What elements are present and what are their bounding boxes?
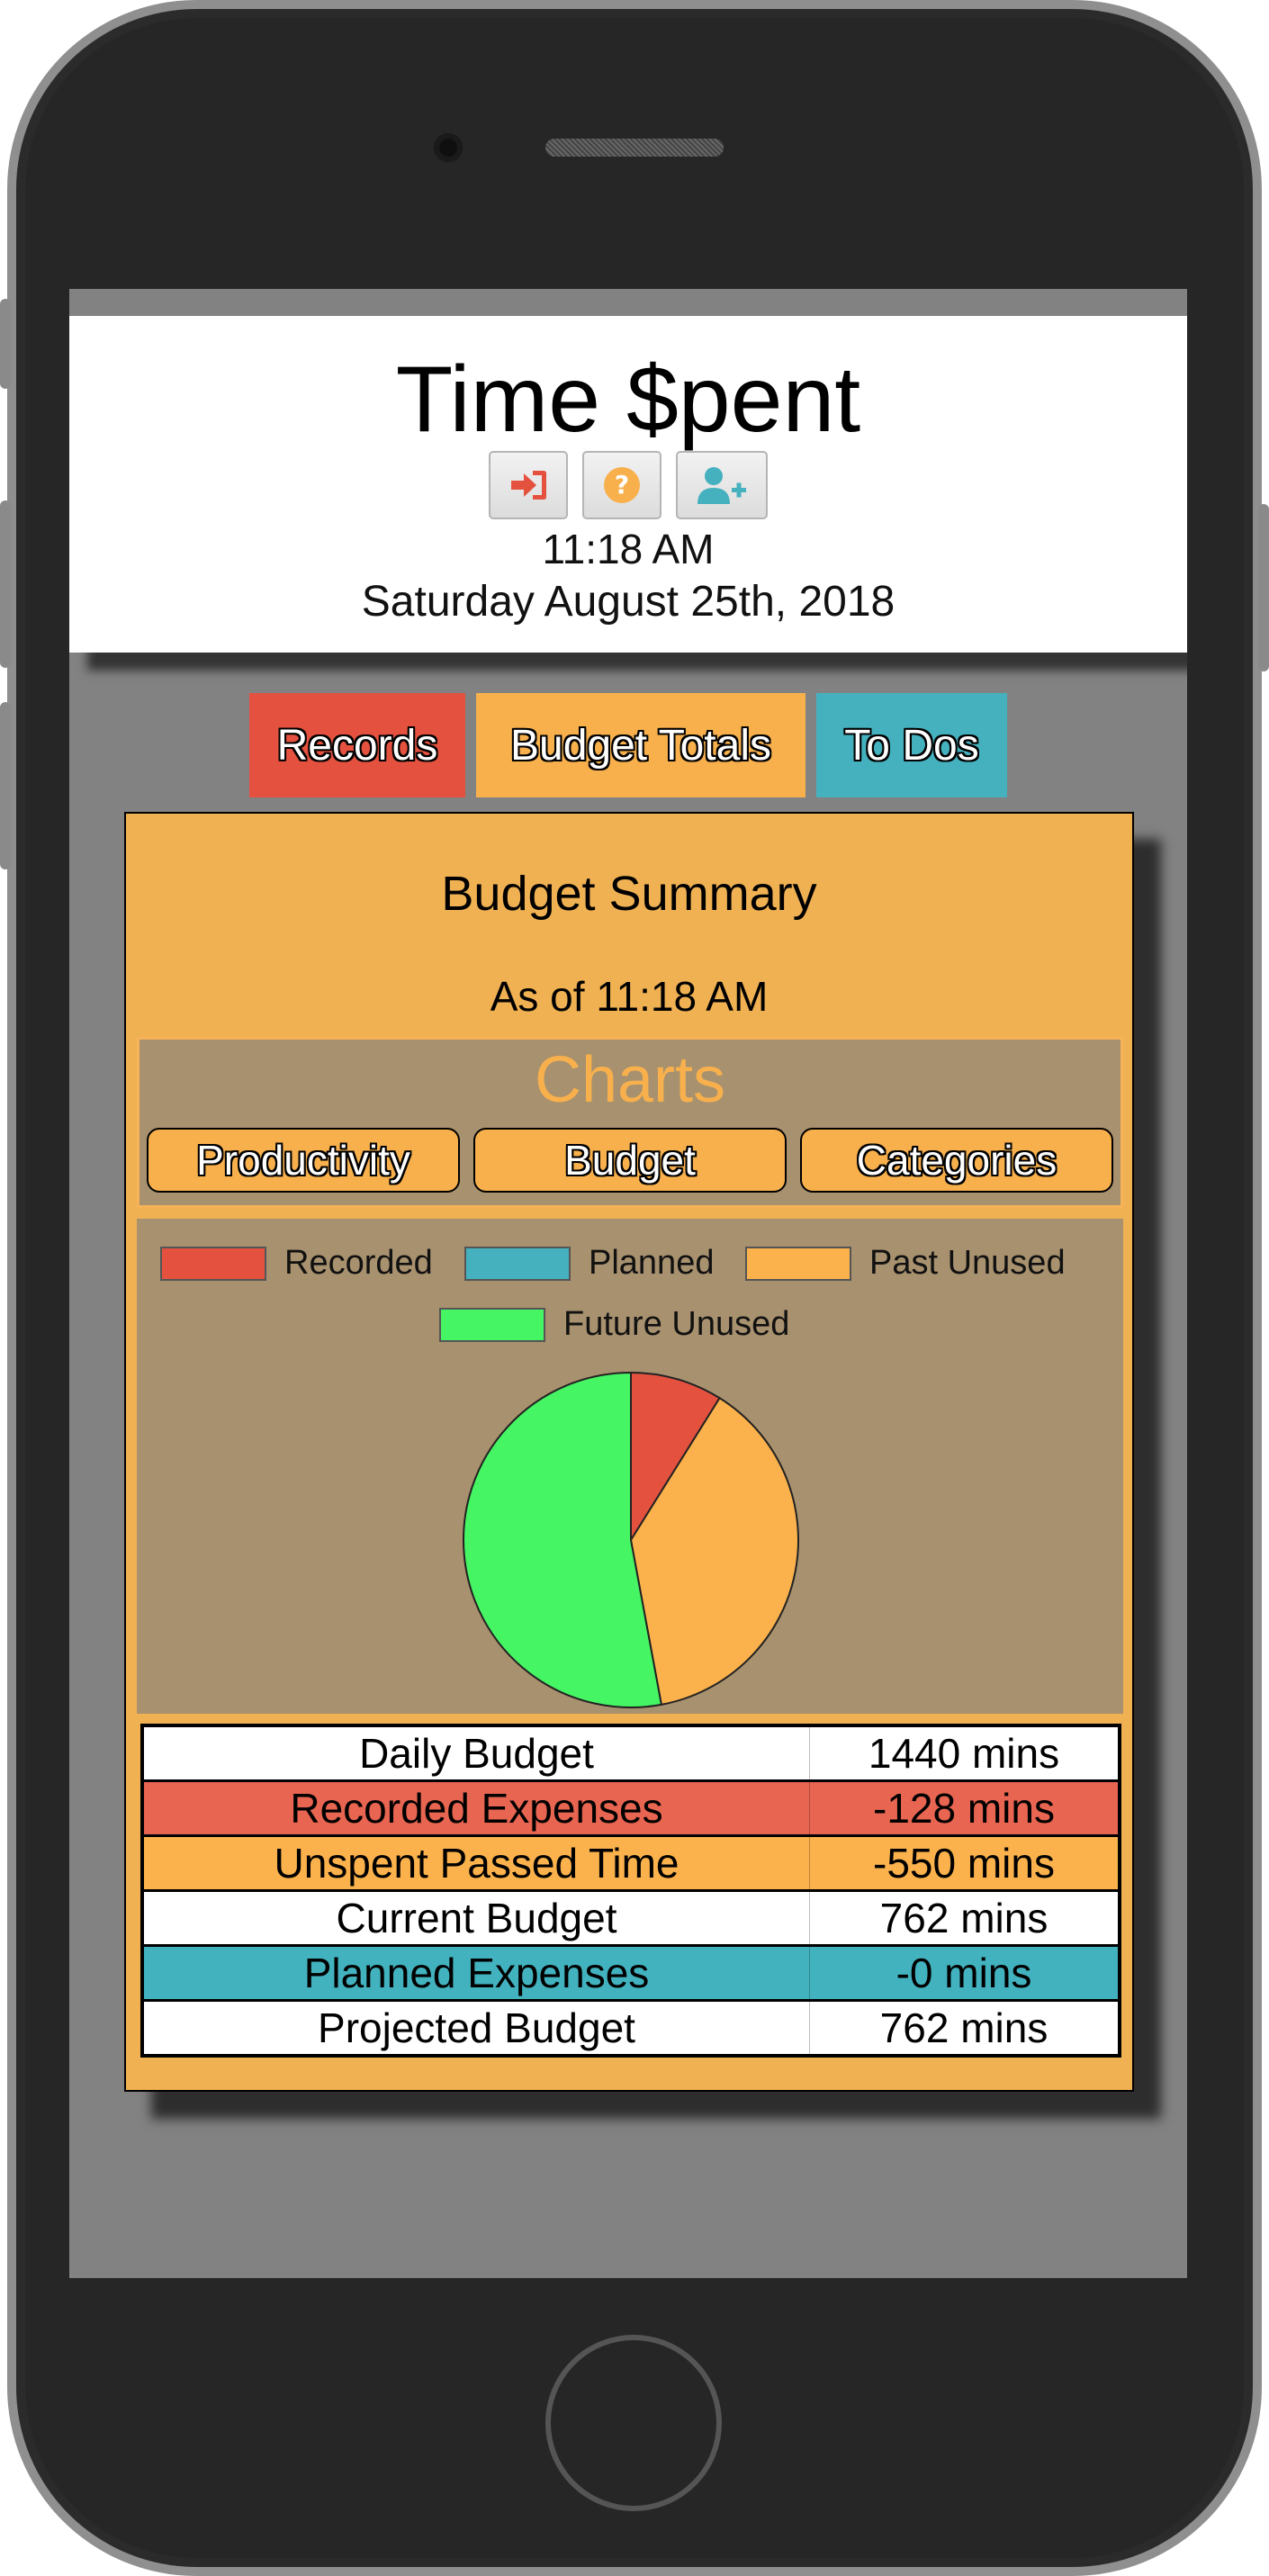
legend-swatch-recorded bbox=[160, 1246, 266, 1281]
row-label: Daily Budget bbox=[142, 1725, 810, 1781]
sign-in-icon bbox=[511, 471, 546, 500]
legend-label: Planned bbox=[589, 1244, 715, 1282]
table-row-projected-budget: Projected Budget 762 mins bbox=[142, 1999, 1120, 2056]
earpiece-speaker bbox=[545, 139, 724, 157]
row-value: -550 mins bbox=[809, 1834, 1120, 1891]
row-label: Planned Expenses bbox=[142, 1944, 810, 2001]
help-icon: ? bbox=[604, 467, 640, 503]
summary-as-of: As of 11:18 AM bbox=[490, 973, 769, 1020]
row-label: Recorded Expenses bbox=[142, 1779, 810, 1836]
budget-chart-button[interactable]: Budget bbox=[473, 1128, 787, 1193]
mute-switch bbox=[0, 299, 11, 389]
charts-title: Charts bbox=[534, 1044, 726, 1116]
screen: Time $pent ? 11:18 AM Saturday August 25… bbox=[69, 289, 1187, 2278]
legend-label: Recorded bbox=[284, 1244, 433, 1282]
add-user-button[interactable] bbox=[676, 451, 768, 519]
row-value: 762 mins bbox=[809, 1889, 1120, 1946]
front-camera bbox=[434, 133, 463, 162]
table-row-planned-expenses: Planned Expenses -0 mins bbox=[142, 1944, 1120, 2001]
legend-swatch-future-unused bbox=[439, 1307, 545, 1342]
tab-to-dos[interactable]: To Dos bbox=[816, 693, 1007, 797]
categories-chart-button[interactable]: Categories bbox=[800, 1128, 1113, 1193]
legend-item-planned[interactable]: Planned bbox=[464, 1244, 714, 1283]
legend-label: Past Unused bbox=[869, 1244, 1066, 1282]
svg-text:?: ? bbox=[615, 470, 629, 500]
add-user-icon bbox=[698, 467, 746, 504]
summary-title: Budget Summary bbox=[441, 867, 817, 921]
legend-swatch-past-unused bbox=[745, 1246, 851, 1281]
sign-in-button[interactable] bbox=[489, 451, 568, 519]
row-label: Unspent Passed Time bbox=[142, 1834, 810, 1891]
row-value: -128 mins bbox=[809, 1779, 1120, 1836]
legend-label: Future Unused bbox=[563, 1305, 790, 1343]
legend-item-past-unused[interactable]: Past Unused bbox=[745, 1244, 1066, 1283]
help-button[interactable]: ? bbox=[582, 451, 662, 519]
budget-summary-panel: Budget Summary As of 11:18 AM Charts Pro… bbox=[124, 812, 1134, 2092]
table-row-current-budget: Current Budget 762 mins bbox=[142, 1889, 1120, 1946]
main-tabs: Records Budget Totals To Dos bbox=[69, 693, 1187, 797]
table-row-recorded-expenses: Recorded Expenses -128 mins bbox=[142, 1779, 1120, 1836]
pie-slice-future-unused[interactable] bbox=[462, 1371, 663, 1708]
legend-swatch-planned bbox=[464, 1246, 571, 1281]
row-value: 762 mins bbox=[809, 1999, 1120, 2056]
header-icon-row: ? bbox=[69, 451, 1187, 519]
volume-down-button bbox=[0, 702, 11, 869]
volume-up-button bbox=[0, 500, 11, 668]
row-label: Current Budget bbox=[142, 1889, 810, 1946]
table-row-unspent-passed-time: Unspent Passed Time -550 mins bbox=[142, 1834, 1120, 1891]
current-date: Saturday August 25th, 2018 bbox=[361, 578, 896, 626]
pie-chart-area: Recorded Planned Past Unused Future Unus… bbox=[137, 1219, 1123, 1714]
tab-records[interactable]: Records bbox=[249, 693, 465, 797]
charts-section: Charts Productivity Budget Categories bbox=[137, 1037, 1123, 1208]
table-row-daily-budget: Daily Budget 1440 mins bbox=[142, 1725, 1120, 1781]
tab-budget-totals[interactable]: Budget Totals bbox=[476, 693, 806, 797]
legend-item-future-unused[interactable]: Future Unused bbox=[439, 1305, 789, 1344]
chart-selector: Productivity Budget Categories bbox=[147, 1128, 1113, 1193]
current-time: 11:18 AM bbox=[542, 526, 715, 572]
app-title: Time $pent bbox=[395, 347, 861, 452]
row-label: Projected Budget bbox=[142, 1999, 810, 2056]
app-header: Time $pent ? 11:18 AM Saturday August 25… bbox=[69, 316, 1187, 653]
productivity-chart-button[interactable]: Productivity bbox=[147, 1128, 460, 1193]
budget-table: Daily Budget 1440 mins Recorded Expenses… bbox=[140, 1724, 1121, 2058]
row-value: 1440 mins bbox=[809, 1725, 1120, 1781]
legend-item-recorded[interactable]: Recorded bbox=[160, 1244, 433, 1283]
home-button[interactable] bbox=[545, 2335, 722, 2511]
budget-pie-chart bbox=[462, 1371, 799, 1708]
row-value: -0 mins bbox=[809, 1944, 1120, 2001]
power-button bbox=[1258, 504, 1269, 671]
